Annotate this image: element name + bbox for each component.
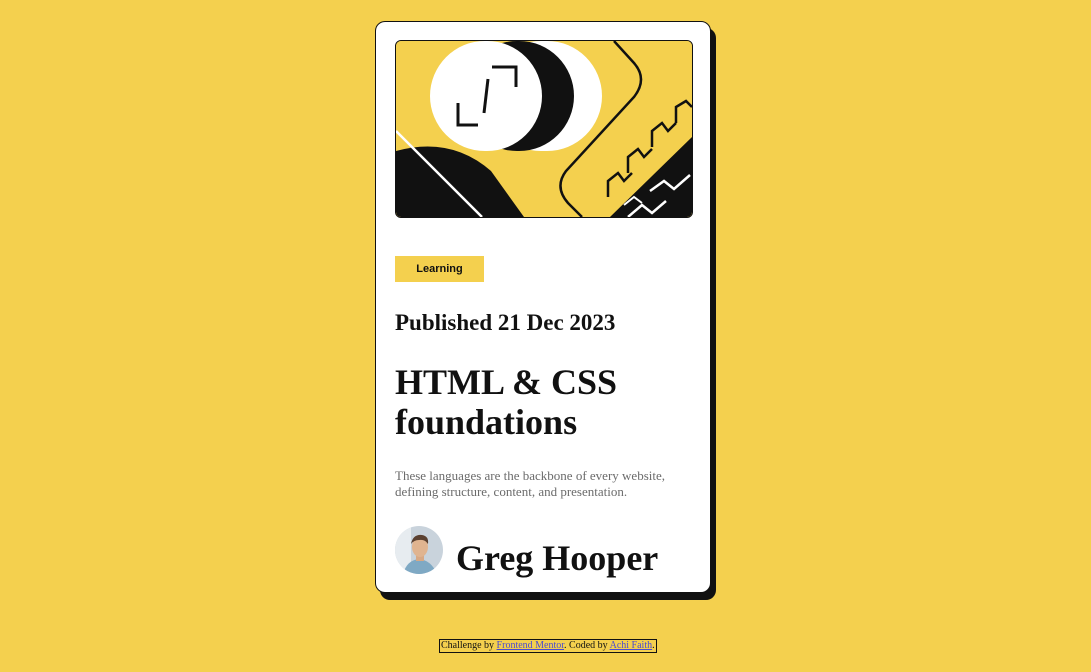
category-tag: Learning — [395, 256, 484, 282]
hero-illustration — [395, 40, 693, 218]
attribution-prefix: Challenge by — [441, 640, 495, 651]
attribution-middle: . Coded by — [564, 640, 608, 651]
code-illustration-icon — [396, 41, 692, 217]
published-date: Published 21 Dec 2023 — [395, 310, 616, 335]
card-description: These languages are the backbone of ever… — [395, 468, 665, 499]
frontend-mentor-link[interactable]: Frontend Mentor — [497, 640, 565, 651]
author-name: Greg Hooper — [456, 538, 659, 578]
card-title[interactable]: HTML & CSS foundations — [395, 362, 695, 442]
blog-preview-card: Learning Published 21 Dec 2023 HTML & CS… — [375, 21, 711, 593]
coder-link[interactable]: Achi Faith — [610, 640, 653, 651]
attribution-suffix: . — [652, 640, 655, 651]
attribution: Challenge by Frontend Mentor. Coded by A… — [439, 639, 657, 653]
avatar — [395, 526, 443, 574]
person-avatar-icon — [395, 526, 443, 574]
